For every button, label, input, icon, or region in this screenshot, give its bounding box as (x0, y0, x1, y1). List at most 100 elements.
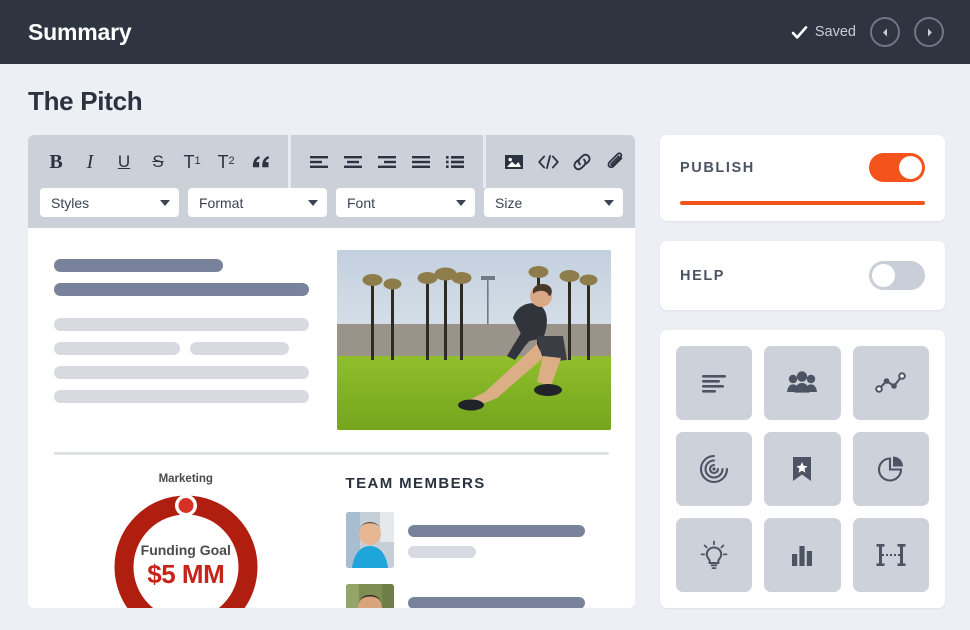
header-actions: Saved (791, 17, 944, 47)
align-justify-button[interactable] (405, 142, 437, 182)
placeholder-line (54, 390, 309, 403)
align-left-button[interactable] (303, 142, 335, 182)
team-tool[interactable] (764, 346, 840, 420)
app-title: Summary (28, 19, 131, 46)
lightbulb-icon (700, 540, 728, 570)
bar-chart-tool[interactable] (764, 518, 840, 592)
placeholder-text-column (54, 250, 309, 430)
document-lower-block: Marketing Funding Goal $5 MM (54, 473, 609, 608)
chevron-down-icon (604, 200, 614, 206)
member-text-lines (408, 512, 610, 558)
funding-goal-caption: Funding Goal (107, 542, 265, 558)
editor-column: B I U S T1 T2 (28, 135, 635, 608)
bold-button[interactable]: B (40, 142, 72, 182)
donut-chart: Funding Goal $5 MM (107, 488, 265, 608)
strikethrough-button[interactable]: S (142, 142, 174, 182)
placeholder-line (54, 283, 309, 296)
align-right-button[interactable] (371, 142, 403, 182)
bulleted-list-button[interactable] (439, 142, 471, 182)
check-icon (791, 24, 808, 41)
text-block-tool[interactable] (676, 346, 752, 420)
alignment-group (288, 135, 483, 188)
pie-chart-icon (876, 454, 906, 484)
bar-chart-icon (788, 542, 816, 568)
sidebar-column: PUBLISH HELP (660, 135, 945, 608)
chevron-left-icon (880, 27, 891, 38)
line-chart-tool[interactable] (853, 346, 929, 420)
placeholder-line (408, 546, 476, 558)
pie-chart-tool[interactable] (853, 432, 929, 506)
people-group-icon (786, 370, 818, 396)
tool-palette (660, 330, 945, 608)
target-tool[interactable] (676, 432, 752, 506)
chevron-right-icon (924, 27, 935, 38)
next-button[interactable] (914, 17, 944, 47)
format-select-label: Format (199, 195, 243, 211)
placeholder-line (408, 597, 585, 608)
subscript-button[interactable]: T2 (210, 142, 242, 182)
bookmark-tool[interactable] (764, 432, 840, 506)
italic-button[interactable]: I (74, 142, 106, 182)
document-divider (54, 452, 609, 455)
insert-link-button[interactable] (566, 142, 598, 182)
publish-label: PUBLISH (680, 160, 755, 176)
toolbar-select-row: Styles Format Font Size (28, 188, 635, 228)
chevron-down-icon (456, 200, 466, 206)
list-item[interactable] (346, 584, 610, 608)
format-select[interactable]: Format (188, 188, 327, 217)
hero-image[interactable] (337, 250, 611, 430)
publish-row: PUBLISH (680, 153, 925, 182)
avatar (346, 584, 394, 608)
help-label: HELP (680, 268, 725, 284)
save-status: Saved (791, 24, 856, 41)
placeholder-line (408, 525, 585, 537)
help-panel: HELP (660, 241, 945, 310)
page-body: The Pitch B I U S T1 T2 (0, 64, 970, 608)
team-members-section: TEAM MEMBERS (346, 473, 610, 608)
funding-goal-value: $5 MM (107, 559, 265, 590)
superscript-button[interactable]: T1 (176, 142, 208, 182)
underline-button[interactable]: U (108, 142, 140, 182)
placeholder-line (190, 342, 289, 355)
placeholder-line-row (54, 342, 309, 355)
member-text-lines (408, 584, 610, 608)
chart-segment-label: Marketing (159, 473, 213, 485)
text-lines-icon (699, 370, 729, 396)
target-spiral-icon (699, 454, 729, 484)
document-intro-block (54, 250, 609, 430)
page-title: The Pitch (28, 86, 942, 117)
superscript-label: T (183, 153, 194, 171)
size-select[interactable]: Size (484, 188, 623, 217)
toggle-knob (899, 156, 922, 179)
timeline-tool[interactable] (853, 518, 929, 592)
publish-toggle[interactable] (869, 153, 925, 182)
help-row: HELP (680, 261, 925, 290)
font-select[interactable]: Font (336, 188, 475, 217)
insert-group (483, 135, 644, 188)
attach-file-button[interactable] (600, 142, 632, 182)
styles-select[interactable]: Styles (40, 188, 179, 217)
publish-panel: PUBLISH (660, 135, 945, 221)
chevron-down-icon (160, 200, 170, 206)
insert-code-button[interactable] (532, 142, 564, 182)
funding-chart: Marketing Funding Goal $5 MM (54, 473, 318, 608)
list-item[interactable] (346, 512, 610, 568)
align-center-button[interactable] (337, 142, 369, 182)
placeholder-line (54, 259, 223, 272)
previous-button[interactable] (870, 17, 900, 47)
subscript-label: T (217, 153, 228, 171)
font-select-label: Font (347, 195, 375, 211)
idea-tool[interactable] (676, 518, 752, 592)
publish-progress-bar (680, 201, 925, 205)
text-format-group: B I U S T1 T2 (28, 135, 288, 188)
insert-image-button[interactable] (498, 142, 530, 182)
styles-select-label: Styles (51, 195, 89, 211)
content-columns: B I U S T1 T2 (28, 135, 942, 608)
document-canvas[interactable]: Marketing Funding Goal $5 MM (28, 228, 635, 608)
size-select-label: Size (495, 195, 522, 211)
saved-label: Saved (815, 24, 856, 40)
team-members-title: TEAM MEMBERS (346, 475, 610, 492)
help-toggle[interactable] (869, 261, 925, 290)
timeline-icon (875, 541, 907, 569)
blockquote-button[interactable] (244, 142, 276, 182)
